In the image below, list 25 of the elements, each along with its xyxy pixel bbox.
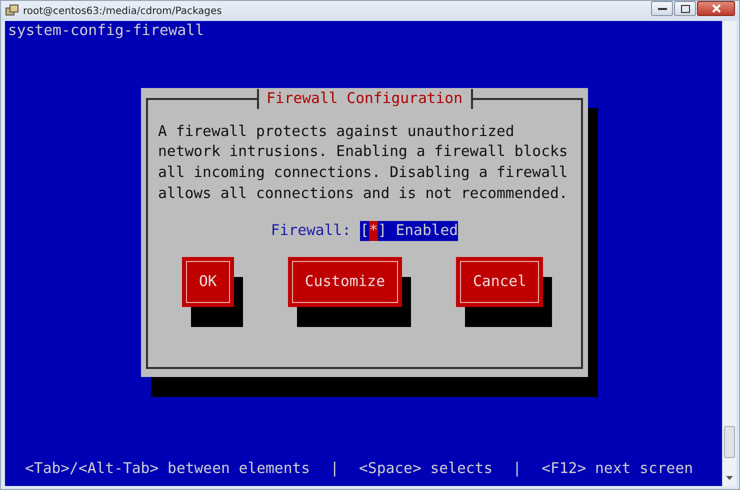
button-shadow — [191, 277, 243, 328]
separator: | — [512, 459, 522, 480]
dialog-message: A firewall protects against unauthorized network intrusions. Enabling a firewall blocks all incoming connections. Disabling a firewall allows all connections and is not recommended. — [158, 122, 569, 204]
terminal-app-icon — [5, 4, 19, 18]
scrollbar[interactable] — [722, 21, 736, 486]
minimize-icon — [658, 6, 666, 10]
dialog-button[interactable]: Customize — [288, 257, 402, 308]
separator: | — [330, 459, 339, 480]
window-title: root@centos63:/media/cdrom/Packages — [23, 6, 222, 16]
maximize-button[interactable] — [674, 1, 696, 16]
program-name: system-config-firewall — [7, 21, 205, 41]
close-button[interactable] — [697, 1, 735, 16]
maximize-icon — [680, 4, 690, 12]
dialog-button[interactable]: OK — [182, 257, 234, 308]
key-hint: <F12> next screen — [542, 459, 694, 480]
firewall-checkbox[interactable]: [*] Enabled — [360, 220, 458, 242]
field-label: Firewall: — [270, 220, 352, 241]
scroll-down-arrow-icon[interactable] — [726, 476, 733, 480]
dialog-button[interactable]: Cancel — [456, 257, 544, 308]
scrollbar-thumb[interactable] — [724, 426, 735, 458]
minimize-button[interactable] — [651, 1, 673, 16]
close-icon — [712, 4, 720, 13]
key-hint: <Tab>/<Alt-Tab> between elements — [25, 459, 310, 480]
dialog-title: Firewall Configuration — [256, 88, 472, 109]
key-hint: <Space> selects — [359, 459, 493, 480]
